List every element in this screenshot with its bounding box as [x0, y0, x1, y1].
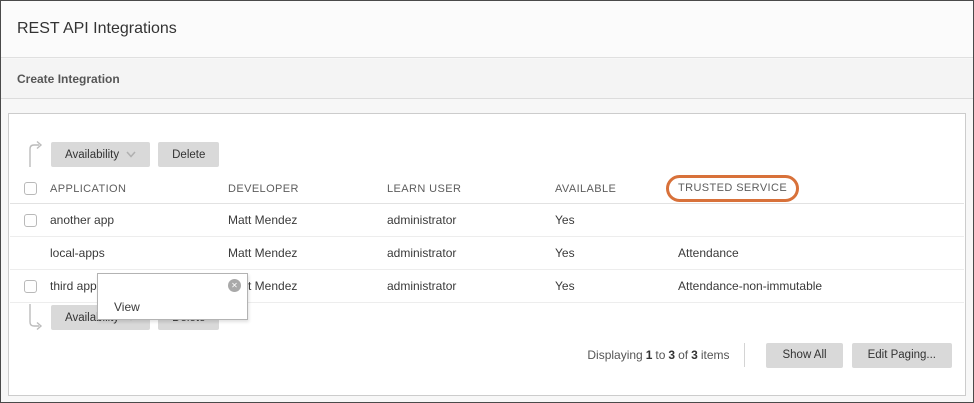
availability-button[interactable]: Availability	[51, 142, 150, 167]
create-integration-button[interactable]: Create Integration	[17, 72, 120, 86]
row-checkbox[interactable]	[24, 214, 37, 227]
row-checkbox[interactable]	[24, 280, 37, 293]
cell-available: Yes	[555, 279, 678, 293]
column-header-learn-user[interactable]: LEARN USER	[387, 183, 555, 195]
cell-learn-user: administrator	[387, 279, 555, 293]
toolbar: Create Integration	[1, 59, 973, 99]
cell-learn-user: administrator	[387, 246, 555, 260]
cell-learn-user: administrator	[387, 213, 555, 227]
title-bar: REST API Integrations	[1, 1, 973, 58]
cell-developer: Matt Mendez	[228, 246, 387, 260]
cell-application[interactable]: local-apps	[50, 246, 228, 260]
integrations-panel: Availability Delete APPLICATION DEVELOPE…	[8, 113, 966, 396]
trusted-service-highlight-annotation: TRUSTED SERVICE	[666, 175, 799, 202]
chevron-down-icon	[126, 149, 136, 161]
cell-trusted-service: Attendance	[678, 246, 964, 260]
edit-paging-button[interactable]: Edit Paging...	[852, 343, 952, 368]
cell-available: Yes	[555, 246, 678, 260]
arrow-down-right-icon	[26, 303, 46, 336]
cell-available: Yes	[555, 213, 678, 227]
column-header-trusted-service[interactable]: TRUSTED SERVICE	[678, 182, 787, 194]
cell-application[interactable]: another app	[50, 213, 228, 227]
action-bar-top: Availability Delete	[23, 140, 219, 173]
context-menu: ✕ View	[97, 273, 248, 320]
delete-button-label: Delete	[172, 149, 205, 161]
arrow-up-right-icon	[26, 140, 46, 173]
column-header-developer[interactable]: DEVELOPER	[228, 183, 387, 195]
delete-button[interactable]: Delete	[158, 142, 219, 167]
divider	[744, 343, 745, 367]
menu-item-view[interactable]: View	[114, 300, 140, 314]
pagination-bar: Displaying1to3of3items Show All Edit Pag…	[587, 342, 952, 368]
column-header-application[interactable]: APPLICATION	[50, 183, 228, 195]
show-all-button[interactable]: Show All	[766, 343, 842, 368]
cell-developer: Matt Mendez	[228, 279, 387, 293]
cell-trusted-service: Attendance-non-immutable	[678, 279, 964, 293]
page-title: REST API Integrations	[17, 20, 177, 38]
pagination-status: Displaying1to3of3items	[587, 348, 732, 362]
select-all-checkbox[interactable]	[24, 182, 37, 195]
cell-developer: Matt Mendez	[228, 213, 387, 227]
close-icon[interactable]: ✕	[228, 279, 241, 292]
availability-button-label: Availability	[65, 149, 119, 161]
table-row: another app Matt Mendez administrator Ye…	[10, 204, 964, 237]
table-header-row: APPLICATION DEVELOPER LEARN USER AVAILAB…	[10, 174, 964, 204]
table-row: local-apps Matt Mendez administrator Yes…	[10, 237, 964, 270]
rest-api-integrations-page: REST API Integrations Create Integration…	[0, 0, 974, 403]
column-header-available[interactable]: AVAILABLE	[555, 183, 678, 195]
